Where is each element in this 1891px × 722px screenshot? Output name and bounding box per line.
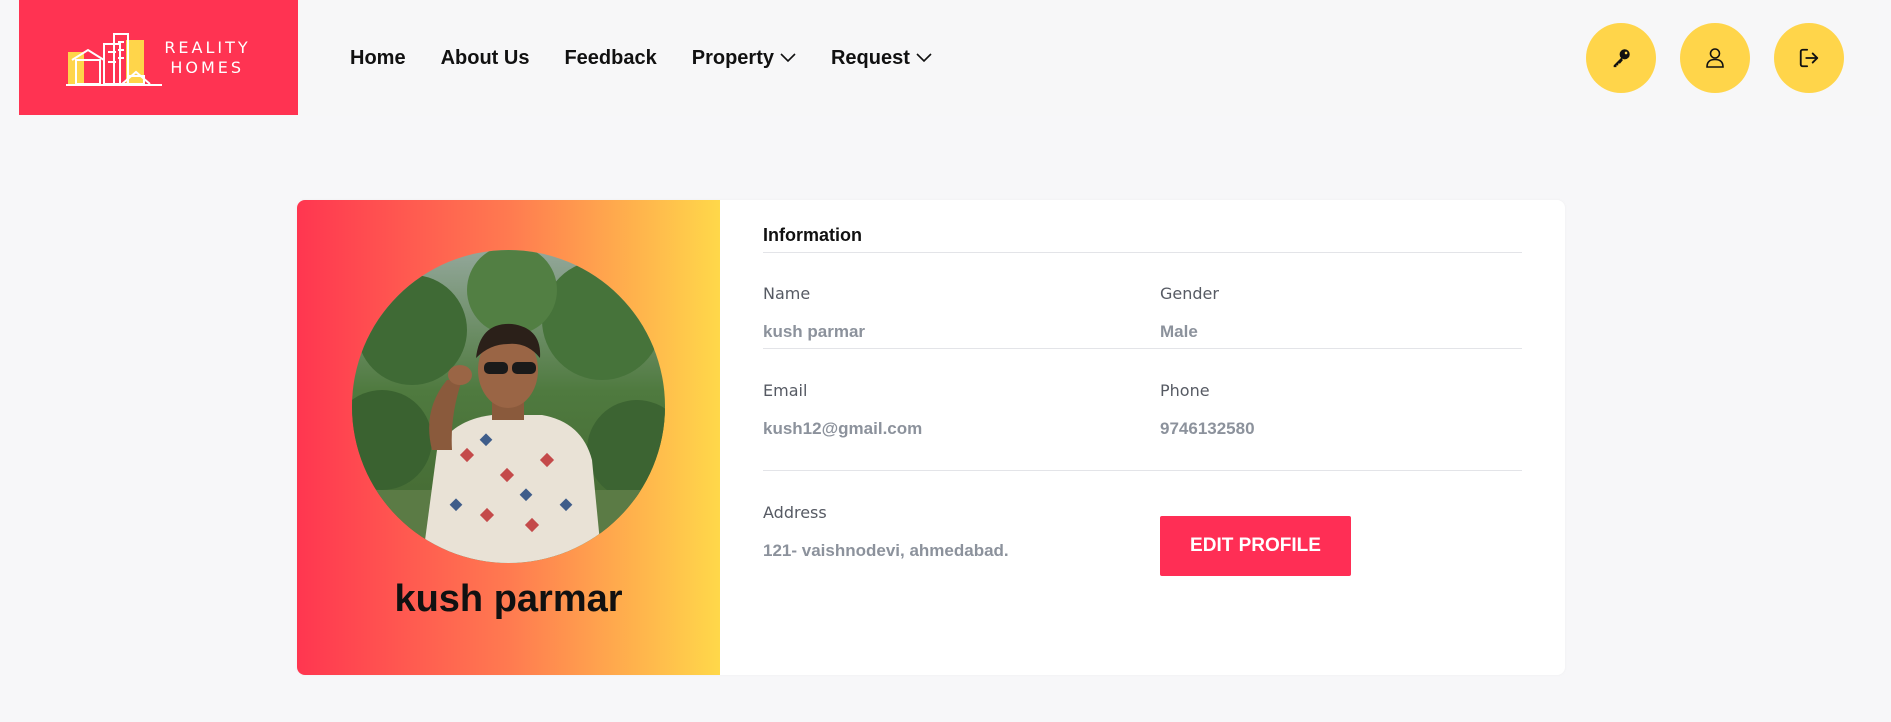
information-heading: Information bbox=[763, 225, 862, 245]
address-value: 121- vaishnodevi, ahmedabad. bbox=[763, 541, 1009, 560]
nav-home[interactable]: Home bbox=[350, 47, 406, 70]
brand-line-1: REALITY bbox=[164, 37, 251, 57]
top-navbar: REALITY HOMES Home About Us Feedback Pro… bbox=[19, 0, 1879, 116]
email-label: Email bbox=[763, 381, 808, 400]
nav-about-us[interactable]: About Us bbox=[441, 47, 530, 70]
nav-request-label: Request bbox=[830, 46, 910, 69]
buildings-logo-icon bbox=[66, 32, 163, 86]
name-label: Name bbox=[763, 284, 811, 303]
profile-button[interactable] bbox=[1680, 23, 1750, 93]
chevron-down-icon bbox=[780, 53, 796, 63]
change-password-button[interactable] bbox=[1586, 23, 1656, 93]
profile-information-panel: Information Name kush parmar Gender Male… bbox=[720, 200, 1565, 675]
key-icon bbox=[1613, 49, 1630, 68]
logout-button[interactable] bbox=[1774, 23, 1844, 93]
site-logo[interactable]: REALITY HOMES bbox=[19, 0, 298, 115]
logo-mark: REALITY HOMES bbox=[66, 30, 250, 86]
phone-value: 9746132580 bbox=[1160, 419, 1255, 438]
nav-property-dropdown[interactable]: Property bbox=[692, 47, 796, 70]
divider bbox=[763, 470, 1522, 471]
gender-value: Male bbox=[1160, 322, 1198, 341]
nav-about-label: About Us bbox=[440, 46, 530, 69]
profile-photo bbox=[352, 250, 665, 563]
edit-profile-button[interactable]: EDIT PROFILE bbox=[1160, 516, 1351, 576]
nav-home-label: Home bbox=[350, 46, 406, 69]
name-value: kush parmar bbox=[763, 322, 866, 341]
chevron-down-icon bbox=[916, 53, 932, 63]
nav-feedback[interactable]: Feedback bbox=[564, 47, 656, 70]
nav-feedback-label: Feedback bbox=[564, 46, 657, 69]
logout-icon bbox=[1799, 48, 1819, 68]
profile-summary-panel: kush parmar bbox=[297, 200, 720, 675]
nav-property-label: Property bbox=[691, 46, 774, 69]
brand-line-2: HOMES bbox=[170, 57, 245, 77]
avatar bbox=[352, 250, 665, 563]
nav-request-dropdown[interactable]: Request bbox=[831, 47, 932, 70]
divider bbox=[763, 348, 1522, 349]
main-nav: Home About Us Feedback Property Request bbox=[350, 0, 967, 116]
divider bbox=[763, 252, 1522, 253]
user-icon bbox=[1706, 48, 1724, 68]
profile-card: kush parmar Information Name kush parmar… bbox=[297, 200, 1565, 675]
gender-label: Gender bbox=[1160, 284, 1219, 303]
phone-label: Phone bbox=[1160, 381, 1210, 400]
email-value: kush12@gmail.com bbox=[763, 419, 923, 438]
address-label: Address bbox=[763, 503, 827, 522]
profile-name-heading: kush parmar bbox=[394, 578, 623, 620]
